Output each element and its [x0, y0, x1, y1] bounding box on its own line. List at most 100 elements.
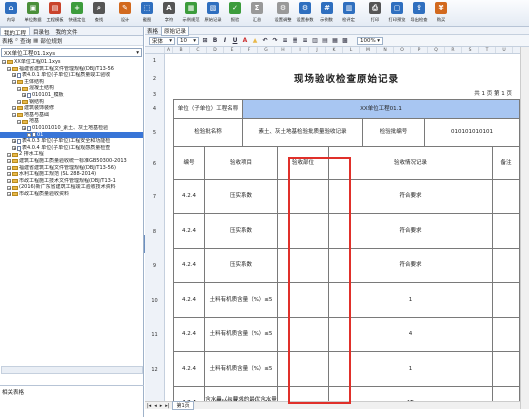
- toolbar-button[interactable]: ▣ 单位数据: [22, 0, 44, 27]
- tree-node[interactable]: + 表4.0.1 单位(子单位)工程质量竣工验收: [0, 72, 143, 79]
- cell-remark[interactable]: [493, 249, 520, 283]
- row-header[interactable]: 1: [145, 54, 165, 68]
- column-header[interactable]: T: [479, 47, 496, 53]
- toolbar-button[interactable]: A 字符: [158, 0, 180, 27]
- expand-icon[interactable]: −: [7, 172, 11, 177]
- column-header[interactable]: U: [496, 47, 513, 53]
- expand-icon[interactable]: −: [17, 119, 21, 124]
- row-header[interactable]: 2: [145, 68, 165, 90]
- tab-query[interactable]: 查询: [20, 37, 31, 45]
- row-header[interactable]: 16: [145, 387, 165, 401]
- row-header[interactable]: 9: [145, 249, 165, 283]
- tree-node[interactable]: − 主体结构: [0, 79, 143, 86]
- redo-icon[interactable]: ↷: [271, 37, 279, 44]
- header-cell[interactable]: 验收情况记录: [329, 147, 493, 180]
- toolbar-button[interactable]: ▥ 检评定: [338, 0, 360, 27]
- vertical-scrollbar[interactable]: [520, 47, 529, 409]
- column-header[interactable]: M: [360, 47, 377, 53]
- row-header[interactable]: 5: [145, 119, 165, 147]
- cell-no[interactable]: 4.2.4: [173, 214, 205, 249]
- underline-icon[interactable]: U: [231, 37, 239, 44]
- cell-location[interactable]: [278, 387, 329, 401]
- cell-remark[interactable]: [493, 283, 520, 318]
- expand-icon[interactable]: −: [12, 113, 16, 118]
- align-left-icon[interactable]: ≡: [281, 37, 289, 44]
- tree-node[interactable]: − 福建省建筑工程文件管理规程(DBJ/T13-56): [0, 165, 143, 172]
- header-cell[interactable]: 编号: [173, 147, 205, 180]
- sheet-tab[interactable]: 第1页: [172, 401, 194, 410]
- prev-sheet-icon[interactable]: ◂: [154, 403, 157, 409]
- column-header[interactable]: E: [224, 47, 241, 53]
- last-sheet-icon[interactable]: ▸|: [165, 403, 169, 409]
- align-right-icon[interactable]: ≡: [301, 37, 309, 44]
- expand-icon[interactable]: −: [7, 66, 11, 71]
- cell-result[interactable]: 符合要求: [329, 249, 493, 283]
- expand-icon[interactable]: −: [7, 192, 11, 197]
- cell-no[interactable]: 4.2.4: [173, 249, 205, 283]
- italic-icon[interactable]: I: [221, 37, 229, 44]
- first-sheet-icon[interactable]: |◂: [147, 403, 151, 409]
- cell-result[interactable]: 4: [329, 318, 493, 352]
- row-header[interactable]: 6: [145, 147, 165, 180]
- cell-result[interactable]: 符合要求: [329, 180, 493, 214]
- column-header[interactable]: L: [343, 47, 360, 53]
- column-header[interactable]: D: [207, 47, 224, 53]
- tree-node[interactable]: +010101_模板: [0, 92, 143, 99]
- tree-node[interactable]: − 建筑工程施工质量验收统一标准GB50300-2013: [0, 158, 143, 165]
- column-header[interactable]: K: [326, 47, 343, 53]
- toolbar-button[interactable]: ⇪ 导出检查: [408, 0, 430, 27]
- expand-icon[interactable]: −: [12, 106, 16, 111]
- expand-icon[interactable]: +: [12, 146, 16, 151]
- search-icon[interactable]: ⌕: [15, 37, 18, 44]
- toolbar-button[interactable]: Σ 汇总: [246, 0, 268, 27]
- expand-icon[interactable]: −: [7, 159, 11, 164]
- tree-node[interactable]: − 地基与基础: [0, 112, 143, 119]
- cell-no[interactable]: 4.2.4: [173, 180, 205, 214]
- project-select[interactable]: XX单位工程01.1xys ▾: [1, 48, 142, 57]
- tree-node[interactable]: − 地基: [0, 118, 143, 125]
- tree-node[interactable]: − 钢结构: [0, 99, 143, 106]
- column-header[interactable]: N: [377, 47, 394, 53]
- cell-no[interactable]: 4.2.4: [173, 318, 205, 352]
- column-header[interactable]: G: [258, 47, 275, 53]
- expand-icon[interactable]: −: [17, 86, 21, 91]
- cell-location[interactable]: [278, 249, 329, 283]
- font-color-icon[interactable]: A: [241, 37, 249, 44]
- cell-item[interactable]: 压实系数: [205, 214, 278, 249]
- toolbar-button[interactable]: ✎ 设计: [114, 0, 136, 27]
- wrap-icon[interactable]: ▤: [321, 37, 329, 44]
- row-header[interactable]: 7: [145, 180, 165, 214]
- chart-icon[interactable]: ▩: [341, 37, 349, 44]
- column-header[interactable]: C: [190, 47, 207, 53]
- tree-node[interactable]: − (2016)新广东省建筑工程竣工验收技术资料: [0, 184, 143, 191]
- column-header[interactable]: J: [309, 47, 326, 53]
- tree-node[interactable]: + 表4.0.3 单位(子单位)工程安全和功能检: [0, 138, 143, 145]
- toolbar-button[interactable]: ▦ 示例规范: [180, 0, 202, 27]
- expand-icon[interactable]: −: [12, 80, 16, 85]
- cell-no[interactable]: 4.2.4: [173, 387, 205, 401]
- column-header[interactable]: F: [241, 47, 258, 53]
- batch-value[interactable]: 素土、灰土地基检验批质量验收记录: [243, 119, 363, 147]
- tab-raw-record[interactable]: 原始记录: [161, 25, 190, 36]
- border-icon[interactable]: ⊞: [201, 37, 209, 44]
- undo-icon[interactable]: ↶: [261, 37, 269, 44]
- cell-item[interactable]: 压实系数: [205, 249, 278, 283]
- tree-node[interactable]: − 市政工程质量验收资料: [0, 191, 143, 198]
- cell-no[interactable]: 4.2.4: [173, 352, 205, 387]
- tab-editor-table[interactable]: 表格: [147, 27, 158, 35]
- toolbar-button[interactable]: + 快速定位: [66, 0, 88, 27]
- header-cell[interactable]: 备注: [493, 147, 520, 180]
- merge-icon[interactable]: ▥: [311, 37, 319, 44]
- horizontal-scrollbar[interactable]: [1, 366, 143, 374]
- page-info[interactable]: 共 1 页 第 1 页: [173, 90, 520, 99]
- cell-item[interactable]: 土料有机质含量（%）≤5: [205, 318, 278, 352]
- cell-result[interactable]: 1: [329, 283, 493, 318]
- batch-no-value[interactable]: 010101010101: [425, 119, 520, 147]
- tree-node[interactable]: +010101010_素土、灰土地基检验: [0, 125, 143, 132]
- grid-icon[interactable]: ▦: [331, 37, 339, 44]
- cell-location[interactable]: [278, 283, 329, 318]
- cell-result[interactable]: 符合要求: [329, 214, 493, 249]
- tree-node[interactable]: − 市政工程施工技术文件管理规程(DBJ/T13-1: [0, 178, 143, 185]
- column-header[interactable]: A: [165, 47, 173, 53]
- zoom-select[interactable]: 100% ▾: [357, 36, 383, 45]
